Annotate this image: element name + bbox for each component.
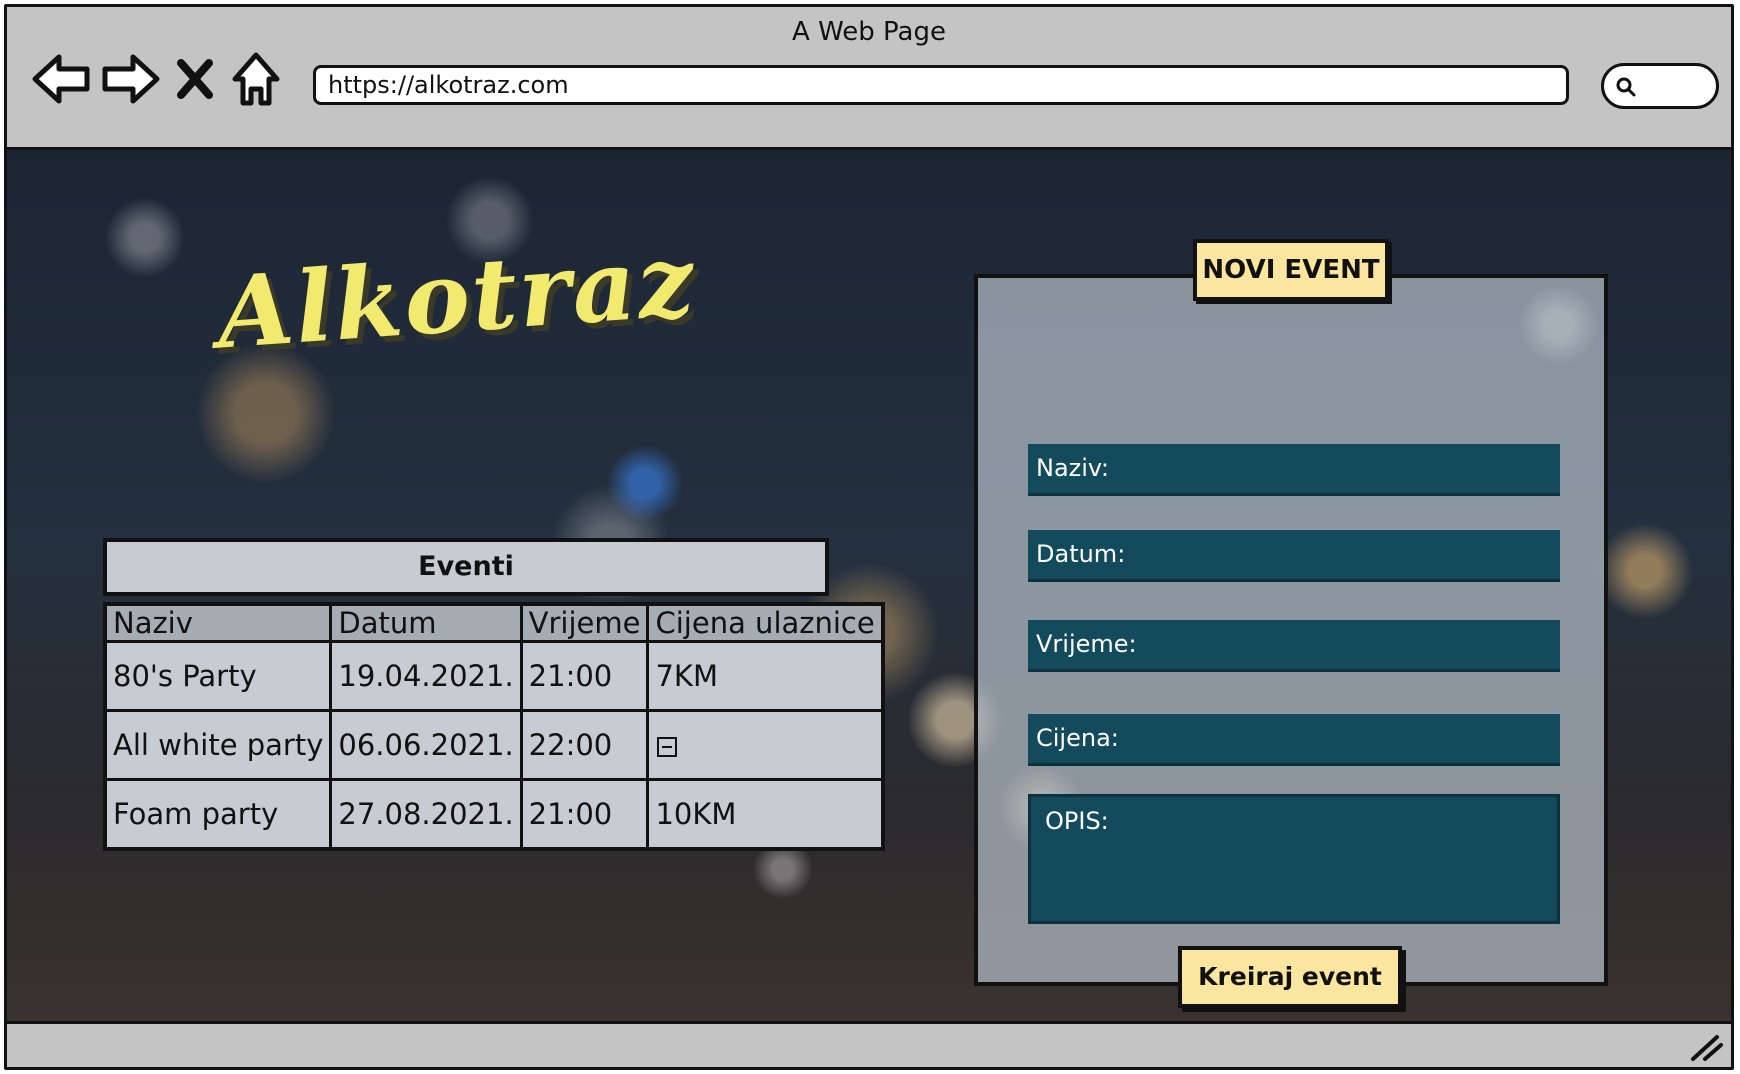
vrijeme-field[interactable]: Vrijeme: xyxy=(1028,620,1560,672)
column-header-datum: Datum xyxy=(329,602,523,643)
cell-vrijeme: 22:00 xyxy=(519,709,650,781)
close-x-icon[interactable] xyxy=(175,49,215,109)
column-header-cijena: Cijena ulaznice xyxy=(646,602,885,643)
cell-vrijeme: 21:00 xyxy=(519,640,650,712)
datum-field[interactable]: Datum: xyxy=(1028,530,1560,582)
page-content: Alkotraz Eventi Naziv Datum Vrijeme Cije… xyxy=(7,150,1731,1027)
cell-naziv: Foam party xyxy=(103,778,333,851)
new-event-form: Naziv: Datum: Vrijeme: Cijena: OPIS: Kre… xyxy=(974,274,1608,1008)
back-arrow-icon[interactable] xyxy=(31,49,93,109)
cell-cijena: 10KM xyxy=(646,778,885,851)
status-bar xyxy=(7,1021,1731,1067)
cell-datum: 19.04.2021. xyxy=(329,640,523,712)
table-header-row: Naziv Datum Vrijeme Cijena ulaznice xyxy=(103,602,885,643)
forward-arrow-icon[interactable] xyxy=(99,49,161,109)
events-title: Eventi xyxy=(103,538,829,596)
column-header-vrijeme: Vrijeme xyxy=(519,602,650,643)
cell-naziv: 80's Party xyxy=(103,640,333,712)
cell-cijena xyxy=(646,709,885,781)
column-header-naziv: Naziv xyxy=(103,602,333,643)
cijena-field[interactable]: Cijena: xyxy=(1028,714,1560,766)
table-row[interactable]: 80's Party 19.04.2021. 21:00 7KM xyxy=(103,640,885,712)
cell-datum: 06.06.2021. xyxy=(329,709,523,781)
cell-cijena: 7KM xyxy=(646,640,885,712)
browser-toolbar: A Web Page https://alkotraz.com xyxy=(7,7,1731,150)
table-row[interactable]: Foam party 27.08.2021. 21:00 10KM xyxy=(103,778,885,851)
address-bar[interactable]: https://alkotraz.com xyxy=(313,65,1569,105)
home-icon[interactable] xyxy=(229,49,283,109)
cell-naziv: All white party xyxy=(103,709,333,781)
events-table: Naziv Datum Vrijeme Cijena ulaznice 80's… xyxy=(103,602,885,851)
form-title-badge: NOVI EVENT xyxy=(1193,239,1389,301)
table-row[interactable]: All white party 06.06.2021. 22:00 xyxy=(103,709,885,781)
minus-box-icon xyxy=(655,728,679,762)
cell-datum: 27.08.2021. xyxy=(329,778,523,851)
opis-textarea[interactable]: OPIS: xyxy=(1028,794,1560,924)
cell-vrijeme: 21:00 xyxy=(519,778,650,851)
resize-grip-icon[interactable] xyxy=(1689,1031,1725,1063)
browser-search-box[interactable] xyxy=(1601,63,1719,109)
naziv-field[interactable]: Naziv: xyxy=(1028,444,1560,496)
events-panel: Eventi Naziv Datum Vrijeme Cijena ulazni… xyxy=(103,538,885,851)
create-event-button[interactable]: Kreiraj event xyxy=(1178,946,1402,1008)
search-icon xyxy=(1616,77,1636,97)
window-title: A Web Page xyxy=(792,17,946,47)
site-logo: Alkotraz xyxy=(213,223,700,372)
browser-window: A Web Page https://alkotraz.com Alkotraz… xyxy=(4,4,1734,1070)
